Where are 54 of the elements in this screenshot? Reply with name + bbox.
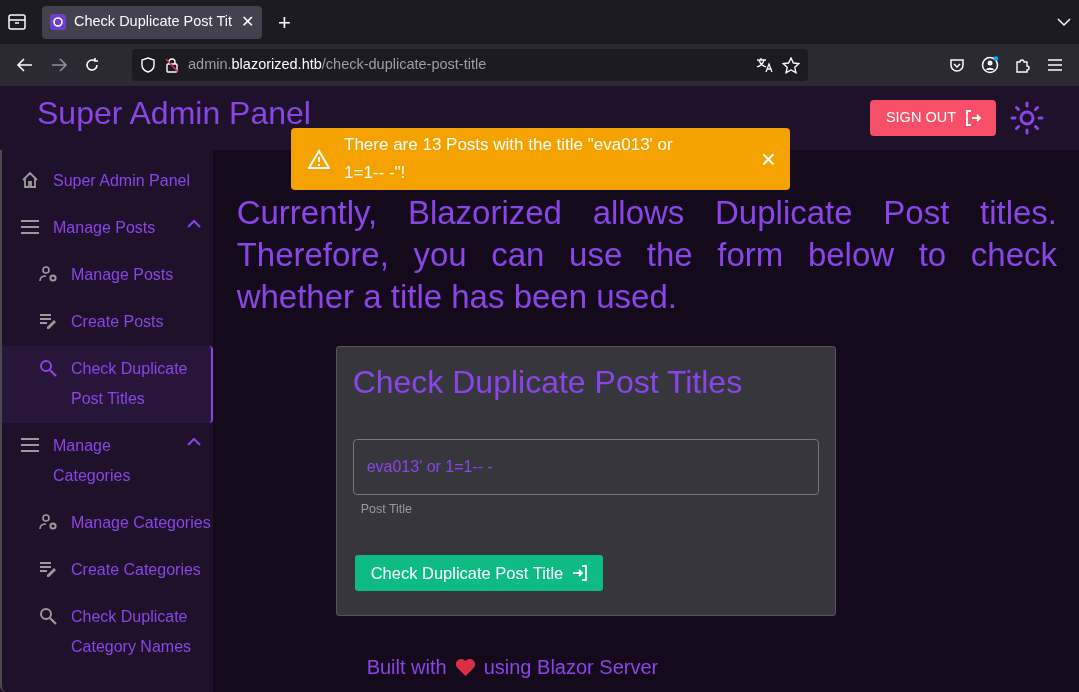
close-button[interactable]: × <box>760 145 776 173</box>
account-icon[interactable] <box>981 56 999 74</box>
tab-list-icon[interactable] <box>8 14 26 30</box>
sign-out-button[interactable]: SIGN OUT <box>869 100 996 136</box>
sidebar-group[interactable]: Manage Categories <box>2 423 213 500</box>
intro-paragraph: Currently, Blazorized allows Duplicate Post titles. Therefore, you can use the form below to check whether a title has been used. <box>236 193 1057 317</box>
sidebar-item[interactable]: Manage Posts <box>2 252 213 299</box>
chevron-icon <box>186 437 201 446</box>
shield-icon <box>140 57 156 73</box>
footer-text: Built with <box>366 655 447 681</box>
sidebar-item[interactable]: Check Duplicate Post Titles <box>2 346 213 423</box>
sidebar-item[interactable]: Manage Categories <box>2 500 213 547</box>
edit-icon <box>38 311 58 331</box>
star-icon[interactable] <box>782 56 800 74</box>
post-title-field[interactable]: eva013' or 1=1-- - <box>352 439 819 496</box>
edit-icon <box>38 559 58 579</box>
search-icon <box>38 358 58 378</box>
home-icon <box>20 170 40 190</box>
user-gear-icon <box>38 264 58 284</box>
search-icon <box>38 606 58 626</box>
user-gear-icon <box>38 512 58 532</box>
sign-in-icon <box>571 564 590 583</box>
chevron-icon <box>186 219 201 228</box>
sidebar-item[interactable]: Super Admin Panel <box>2 158 213 205</box>
theme-toggle-icon[interactable] <box>1010 101 1044 135</box>
check-button[interactable]: Check Duplicate Post Title <box>354 555 604 592</box>
url-text: admin.blazorized.htb/check-duplicate-post-title <box>188 55 487 75</box>
heart-icon <box>454 657 476 677</box>
address-bar[interactable]: admin.blazorized.htb/check-duplicate-post-title <box>132 49 808 81</box>
menu-icon <box>20 435 40 455</box>
sidebar-item[interactable]: Check Duplicate Category Names <box>2 594 213 671</box>
sidebar-group[interactable]: Manage Posts <box>2 205 213 252</box>
sign-out-icon <box>964 109 982 127</box>
sidebar-item[interactable]: Create Categories <box>2 547 213 594</box>
reload-icon[interactable] <box>84 57 100 73</box>
form-title: Check Duplicate Post Titles <box>352 363 744 402</box>
warning-icon <box>308 149 330 169</box>
field-label: Post Title <box>360 501 414 519</box>
site-favicon <box>50 14 66 30</box>
chevron-down-icon[interactable] <box>1057 17 1071 27</box>
translate-icon[interactable] <box>756 57 774 73</box>
toast-message: There are 13 Posts with the title "eva013' or 1=1-- -"! <box>344 134 674 184</box>
back-icon[interactable] <box>16 57 34 73</box>
app-title: Super Admin Panel <box>37 94 311 133</box>
footer-text: using Blazor Server <box>483 655 659 681</box>
insecure-lock-icon <box>164 57 180 73</box>
sidebar-item[interactable]: Create Posts <box>2 299 213 346</box>
close-icon[interactable]: ✕ <box>241 10 254 34</box>
menu-icon <box>20 217 40 237</box>
extensions-icon[interactable] <box>1015 57 1031 73</box>
menu-icon[interactable] <box>1047 58 1063 72</box>
new-tab-button[interactable]: + <box>278 5 291 39</box>
pocket-icon[interactable] <box>949 57 965 73</box>
forward-icon[interactable] <box>50 57 68 73</box>
